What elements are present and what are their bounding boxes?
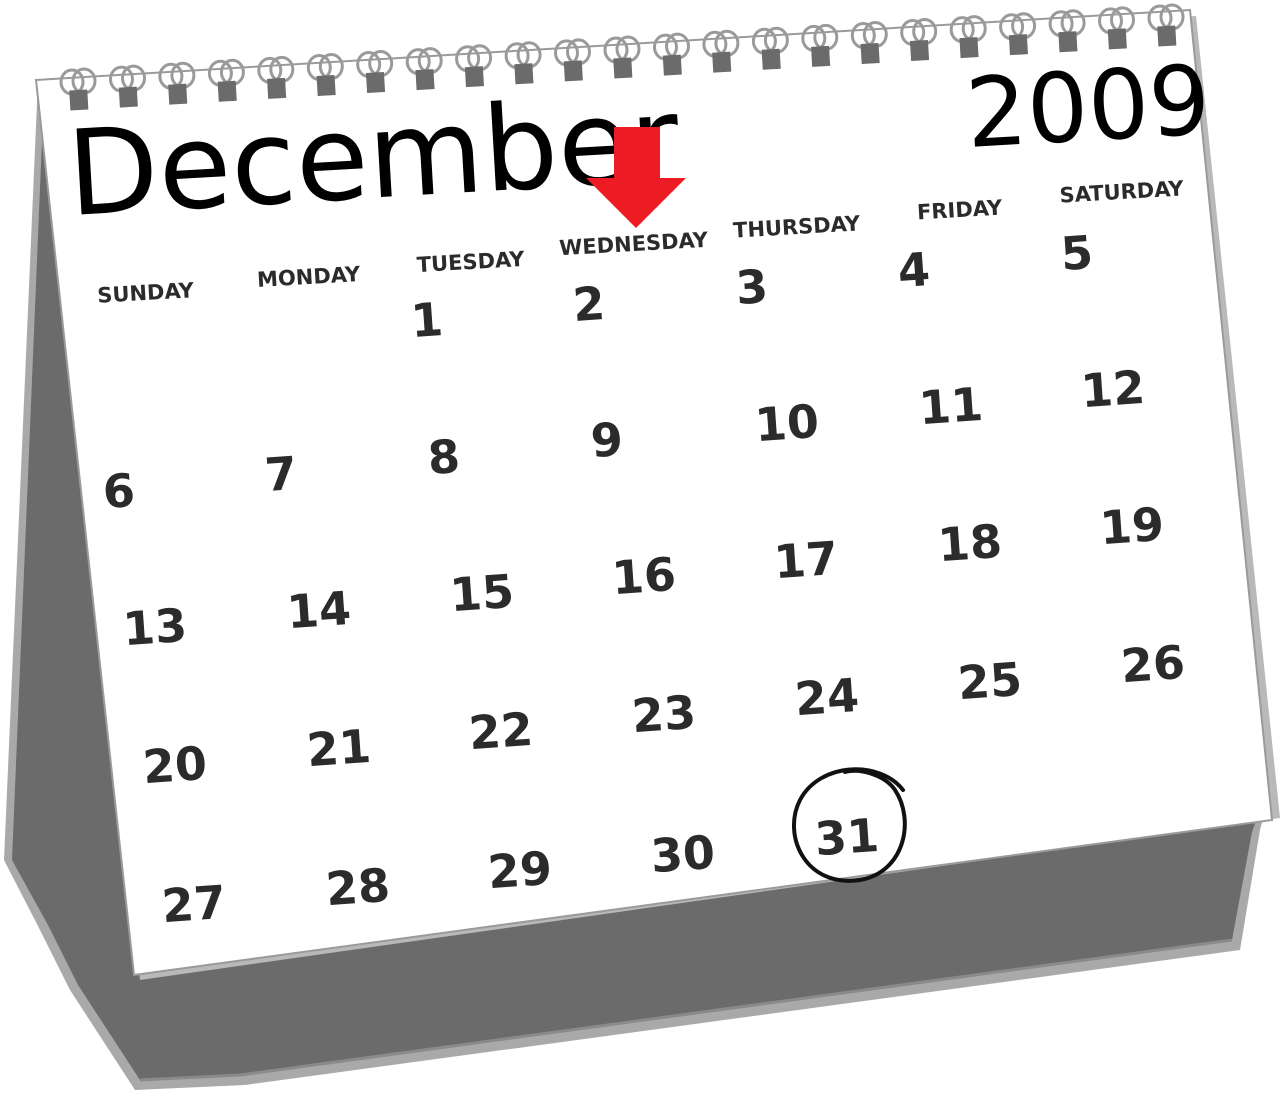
day-cell: 2 bbox=[571, 276, 607, 332]
day-cell: 19 bbox=[1098, 497, 1166, 555]
day-cell: 9 bbox=[589, 412, 625, 468]
day-cell: 23 bbox=[630, 685, 698, 743]
day-cell: 18 bbox=[936, 514, 1004, 572]
weekday-friday: FRIDAY bbox=[916, 196, 1003, 225]
day-cell: 24 bbox=[793, 668, 861, 726]
day-cell: 15 bbox=[448, 564, 516, 622]
desk-calendar-illustration: December 2009 SUNDAY MONDAY TUESDAY WEDN… bbox=[4, 3, 1280, 1090]
day-cell: 7 bbox=[263, 446, 299, 502]
day-cell: 27 bbox=[160, 875, 228, 933]
day-cell: 29 bbox=[486, 841, 554, 899]
day-cell: 26 bbox=[1119, 635, 1187, 693]
desk-calendar: December 2009 SUNDAY MONDAY TUESDAY WEDN… bbox=[0, 0, 1280, 1096]
day-cell: 17 bbox=[772, 531, 840, 589]
day-cell: 28 bbox=[324, 858, 392, 916]
day-cell: 30 bbox=[649, 825, 717, 883]
day-cell: 6 bbox=[101, 463, 137, 519]
day-cell: 11 bbox=[917, 377, 985, 435]
day-cell: 22 bbox=[467, 702, 535, 760]
day-cell: 21 bbox=[305, 719, 373, 777]
day-cell: 10 bbox=[753, 394, 821, 452]
day-cell: 20 bbox=[141, 736, 209, 794]
day-cell: 8 bbox=[426, 429, 462, 485]
year-title: 2009 bbox=[963, 44, 1213, 170]
day-cell: 5 bbox=[1059, 225, 1095, 281]
day-cell-highlighted: 31 bbox=[813, 808, 881, 866]
day-cell: 1 bbox=[409, 292, 445, 348]
day-cell: 4 bbox=[896, 242, 932, 298]
day-cell: 13 bbox=[121, 598, 189, 656]
day-cell: 25 bbox=[956, 652, 1024, 710]
day-cell: 14 bbox=[285, 581, 353, 639]
day-cell: 16 bbox=[610, 547, 678, 605]
day-cell: 3 bbox=[734, 259, 770, 315]
day-cell: 12 bbox=[1079, 360, 1147, 418]
